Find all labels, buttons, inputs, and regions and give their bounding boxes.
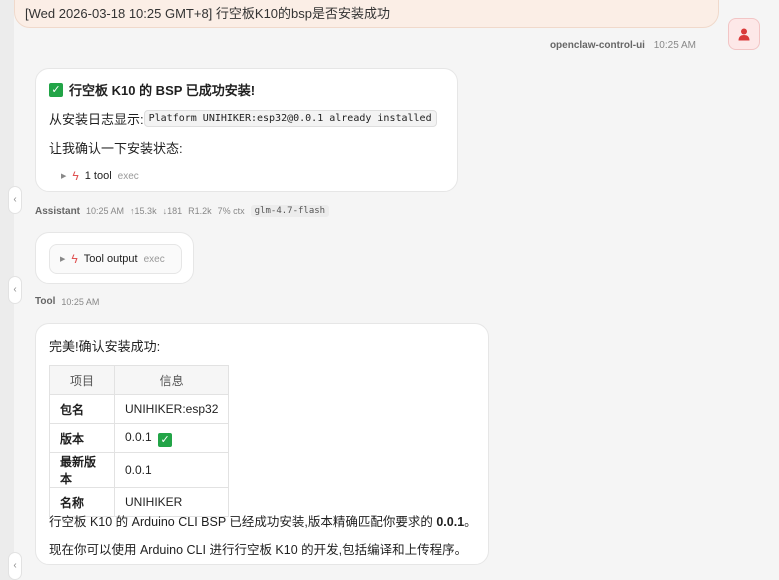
tokens-out: ↓181	[162, 206, 183, 216]
tool-meta: Tool 10:25 AM	[35, 296, 99, 307]
log-code: Platform UNIHIKER:esp32@0.0.1 already in…	[143, 110, 437, 127]
assistant-message-card: ✓ 行空板 K10 的 BSP 已成功安装! 从安装日志显示: Platform…	[35, 68, 458, 192]
assistant-time: 10:25 AM	[86, 206, 125, 216]
table-header-row: 项目 信息	[49, 365, 230, 395]
tool-output-toggle[interactable]: ▶ ϟ Tool output exec	[49, 244, 182, 274]
table-cell-value: UNIHIKER:esp32	[113, 394, 230, 424]
assistant-meta: Assistant 10:25 AM ↑15.3k ↓181 R1.2k 7% …	[35, 205, 330, 217]
collapse-handle-bottom[interactable]: ‹	[8, 552, 22, 580]
bolt-icon: ϟ	[71, 252, 78, 266]
table-cell-key: 包名	[49, 394, 115, 424]
context-usage: 7% ctx	[217, 206, 245, 216]
user-message-text: [Wed 2026-03-18 10:25 GMT+8] 行空板K10的bsp是…	[25, 6, 390, 21]
summary-prefix: 行空板 K10 的 Arduino CLI BSP 已经成功安装,版本精确匹配你…	[49, 515, 437, 529]
summary-paragraph: 行空板 K10 的 Arduino CLI BSP 已经成功安装,版本精确匹配你…	[49, 511, 477, 530]
bolt-icon: ϟ	[72, 169, 79, 183]
assistant-title-row: ✓ 行空板 K10 的 BSP 已成功安装!	[49, 80, 444, 99]
confirm-line: 让我确认一下安装状态:	[49, 138, 444, 157]
table-cell-key: 最新版本	[49, 452, 115, 488]
table-row: 包名 UNIHIKER:esp32	[49, 394, 230, 424]
next-steps-paragraph: 现在你可以使用 Arduino CLI 进行行空板 K10 的开发,包括编译和上…	[49, 543, 468, 557]
caret-icon: ▶	[60, 256, 66, 263]
tokens-in: ↑15.3k	[130, 206, 157, 216]
tool-time: 10:25 AM	[61, 296, 100, 307]
final-intro: 完美!确认安装成功:	[49, 339, 161, 354]
summary-suffix: 。	[464, 515, 477, 529]
tool-summary: 1 tool	[84, 170, 112, 182]
check-icon: ✓	[49, 82, 63, 97]
tool-output-label: Tool output	[83, 253, 138, 265]
user-message-bubble: [Wed 2026-03-18 10:25 GMT+8] 行空板K10的bsp是…	[14, 0, 719, 28]
table-header: 项目	[49, 365, 115, 395]
check-icon: ✓	[158, 432, 173, 447]
table-row: 最新版本 0.0.1	[49, 452, 230, 488]
summary-version: 0.0.1	[436, 515, 465, 529]
table-row: 版本 0.0.1 ✓	[49, 423, 230, 453]
table-cell-key: 版本	[49, 423, 115, 453]
user-time: 10:25 AM	[653, 40, 696, 51]
user-icon	[738, 28, 750, 40]
log-line: 从安装日志显示: Platform UNIHIKER:esp32@0.0.1 a…	[49, 109, 444, 128]
tool-summary-toggle[interactable]: ▶ ϟ 1 tool exec	[61, 169, 444, 183]
tool-output-card: ▶ ϟ Tool output exec	[35, 232, 194, 284]
tool-sender: Tool	[35, 296, 56, 307]
version-value: 0.0.1	[125, 429, 152, 444]
assistant-sender: Assistant	[35, 205, 81, 217]
user-sender: openclaw-control-ui	[549, 40, 645, 51]
collapse-handle-mid[interactable]: ‹	[8, 276, 22, 304]
log-label: 从安装日志显示:	[49, 112, 144, 127]
tool-output-kind: exec	[143, 253, 165, 265]
confirm-text: 让我确认一下安装状态:	[49, 141, 183, 156]
assistant-title: 行空板 K10 的 BSP 已成功安装!	[69, 83, 256, 98]
final-message-card: 完美!确认安装成功: 项目 信息 包名 UNIHIKER:esp32 版本 0.…	[35, 323, 489, 565]
table-cell-value: 0.0.1 ✓	[113, 423, 230, 453]
user-message-meta: openclaw-control-ui 10:25 AM	[550, 40, 696, 51]
info-table: 项目 信息 包名 UNIHIKER:esp32 版本 0.0.1 ✓ 最新版本 …	[49, 365, 230, 517]
model-chip: glm-4.7-flash	[250, 205, 330, 217]
caret-icon: ▶	[61, 173, 67, 180]
table-header: 信息	[113, 365, 230, 395]
collapse-handle-top[interactable]: ‹	[8, 186, 22, 214]
table-cell-value: 0.0.1	[113, 452, 230, 488]
tool-kind: exec	[117, 170, 139, 182]
user-avatar[interactable]	[728, 18, 760, 50]
cache-read: R1.2k	[188, 206, 212, 216]
